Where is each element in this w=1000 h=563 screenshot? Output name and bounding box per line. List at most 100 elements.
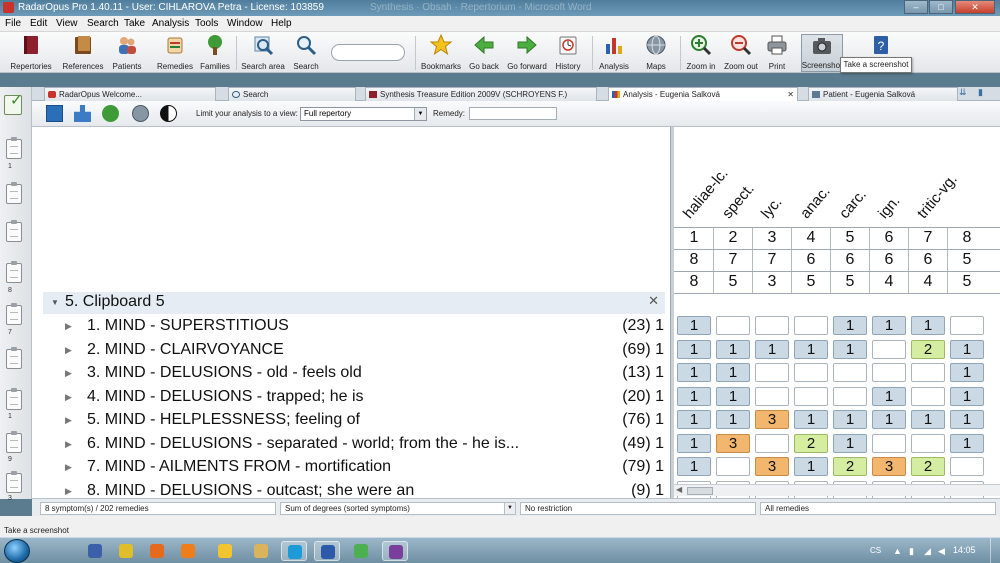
degree-cell[interactable] <box>911 433 945 453</box>
degree-cell[interactable] <box>872 433 906 453</box>
maximize-button[interactable]: □ <box>929 0 953 14</box>
degree-cell[interactable] <box>716 457 750 476</box>
symptom-row[interactable]: ▶ 6. MIND - DELUSIONS - separated - world… <box>43 434 669 457</box>
degree-cell[interactable]: 1 <box>794 457 828 476</box>
menu-view[interactable]: View <box>56 16 78 32</box>
degree-cell[interactable]: 2 <box>833 457 867 476</box>
degree-cell[interactable]: 3 <box>755 410 789 429</box>
close-window-button[interactable]: ✕ <box>955 0 995 14</box>
degree-cell[interactable]: 1 <box>911 410 945 429</box>
expand-row-icon[interactable]: ▶ <box>65 439 72 450</box>
search-area-button[interactable]: Search area <box>241 34 285 72</box>
degree-cell[interactable]: 1 <box>755 339 789 359</box>
taskbar-vlc-button[interactable] <box>175 541 201 561</box>
degree-cell[interactable]: 1 <box>950 339 984 359</box>
degree-cell[interactable]: 1 <box>677 457 711 476</box>
expand-row-icon[interactable]: ▶ <box>65 321 72 332</box>
degree-cell[interactable]: 3 <box>716 433 750 453</box>
expand-row-icon[interactable]: ▶ <box>65 368 72 379</box>
degree-cell[interactable]: 2 <box>911 339 945 359</box>
symptom-row[interactable]: ▶ 5. MIND - HELPLESSNESS; feeling of (76) … <box>43 410 669 433</box>
go-back-button[interactable]: Go back <box>469 34 499 72</box>
degree-cell[interactable] <box>794 386 828 406</box>
contrast-icon[interactable] <box>160 105 177 122</box>
degree-cell[interactable]: 1 <box>677 316 711 335</box>
clipboard-4-icon[interactable] <box>6 220 22 242</box>
families-button[interactable]: Families <box>200 34 230 72</box>
degree-cell[interactable] <box>872 339 906 359</box>
symptom-row[interactable]: ▶ 4. MIND - DELUSIONS - trapped; he is (20… <box>43 387 669 410</box>
degree-cell[interactable]: 3 <box>755 457 789 476</box>
zoom-out-button[interactable]: Zoom out <box>724 34 758 72</box>
menu-search[interactable]: Search <box>87 16 119 32</box>
search-button[interactable]: Search <box>292 34 320 72</box>
degree-cell[interactable]: 2 <box>911 457 945 476</box>
degree-cell[interactable] <box>755 386 789 406</box>
symptom-row[interactable]: ▶ 8. MIND - DELUSIONS - outcast; she were… <box>43 481 669 499</box>
screenshot-button[interactable]: Screenshot <box>801 34 843 72</box>
degree-cell[interactable]: 1 <box>716 363 750 382</box>
degree-cell[interactable]: 1 <box>794 410 828 429</box>
symptom-row[interactable]: ▶ 2. MIND - CLAIRVOYANCE (69) 1 <box>43 340 669 363</box>
remedy-input[interactable] <box>469 107 557 120</box>
degree-cell[interactable]: 1 <box>911 316 945 335</box>
expand-row-icon[interactable]: ▶ <box>65 392 72 403</box>
degree-cell[interactable]: 1 <box>677 363 711 382</box>
remedy-name[interactable]: carc. <box>836 186 870 222</box>
close-tab-icon[interactable]: ✕ <box>787 88 794 101</box>
degree-cell[interactable] <box>755 433 789 453</box>
degree-cell[interactable] <box>794 363 828 382</box>
degree-cell[interactable]: 1 <box>794 339 828 359</box>
sort-select[interactable]: Sum of degrees (sorted symptoms) ▼ <box>280 502 516 515</box>
show-hidden-icons[interactable]: ▲ <box>893 546 903 556</box>
minimize-button[interactable]: – <box>904 0 928 14</box>
repertories-button[interactable]: Repertories <box>8 34 54 72</box>
taskbar-skype-button[interactable] <box>281 541 307 561</box>
tab-search[interactable]: Search <box>228 87 356 101</box>
expand-row-icon[interactable]: ▶ <box>65 415 72 426</box>
tab-analysis[interactable]: Analysis - Eugenia Salková ✕ <box>608 87 798 101</box>
degree-cell[interactable] <box>950 316 984 335</box>
menu-help[interactable]: Help <box>271 16 292 32</box>
taskbar-firefox-button[interactable] <box>144 541 170 561</box>
expand-row-icon[interactable]: ▶ <box>65 486 72 497</box>
clipboard-7-icon[interactable] <box>6 347 22 369</box>
degree-cell[interactable] <box>950 457 984 476</box>
show-desktop-button[interactable] <box>990 538 1000 563</box>
symptom-row[interactable]: ▶ 1. MIND - SUPERSTITIOUS (23) 1 <box>43 316 669 339</box>
menu-edit[interactable]: Edit <box>30 16 47 32</box>
maps-button[interactable]: Maps <box>642 34 670 72</box>
bookmarks-button[interactable]: Bookmarks <box>421 33 461 72</box>
degree-cell[interactable] <box>872 363 906 382</box>
degree-cell[interactable]: 1 <box>716 386 750 406</box>
degree-cell[interactable]: 1 <box>950 363 984 382</box>
clipboard-3-icon[interactable] <box>6 182 22 204</box>
degree-cell[interactable] <box>755 316 789 335</box>
tab-synthesis-repertory[interactable]: Synthesis Treasure Edition 2009V (SCHROY… <box>365 87 597 101</box>
degree-cell[interactable]: 1 <box>833 316 867 335</box>
degree-cell[interactable]: 1 <box>677 433 711 453</box>
volume-icon[interactable]: ◀ <box>938 546 948 556</box>
degree-cell[interactable]: 1 <box>872 386 906 406</box>
structure-icon[interactable] <box>74 105 91 122</box>
degree-cell[interactable]: 1 <box>950 433 984 453</box>
taskbar-media-player-button[interactable] <box>82 541 108 561</box>
clipboard-8-icon[interactable] <box>6 388 22 410</box>
remedy-name[interactable]: lyc. <box>758 194 785 222</box>
monitor-icon[interactable] <box>46 105 63 122</box>
taskbar-chrome-button[interactable] <box>113 541 139 561</box>
taskbar-smiley-button[interactable] <box>212 541 238 561</box>
toolbar-search-input[interactable] <box>331 44 405 61</box>
menu-tools[interactable]: Tools <box>195 16 218 32</box>
history-button[interactable]: History <box>554 34 582 72</box>
tab-list-icon[interactable]: ⇊ <box>959 87 967 98</box>
patients-button[interactable]: Patients <box>110 34 144 72</box>
taskbar-winrar-button[interactable] <box>382 541 408 561</box>
degree-cell[interactable]: 1 <box>716 339 750 359</box>
collapse-icon[interactable]: ▼ <box>51 298 59 307</box>
remedy-name[interactable]: spect. <box>719 180 758 222</box>
remedy-name[interactable]: anac. <box>797 183 834 222</box>
start-button[interactable] <box>4 539 30 563</box>
clipboard-2-icon[interactable] <box>6 137 22 159</box>
degree-cell[interactable] <box>716 316 750 335</box>
